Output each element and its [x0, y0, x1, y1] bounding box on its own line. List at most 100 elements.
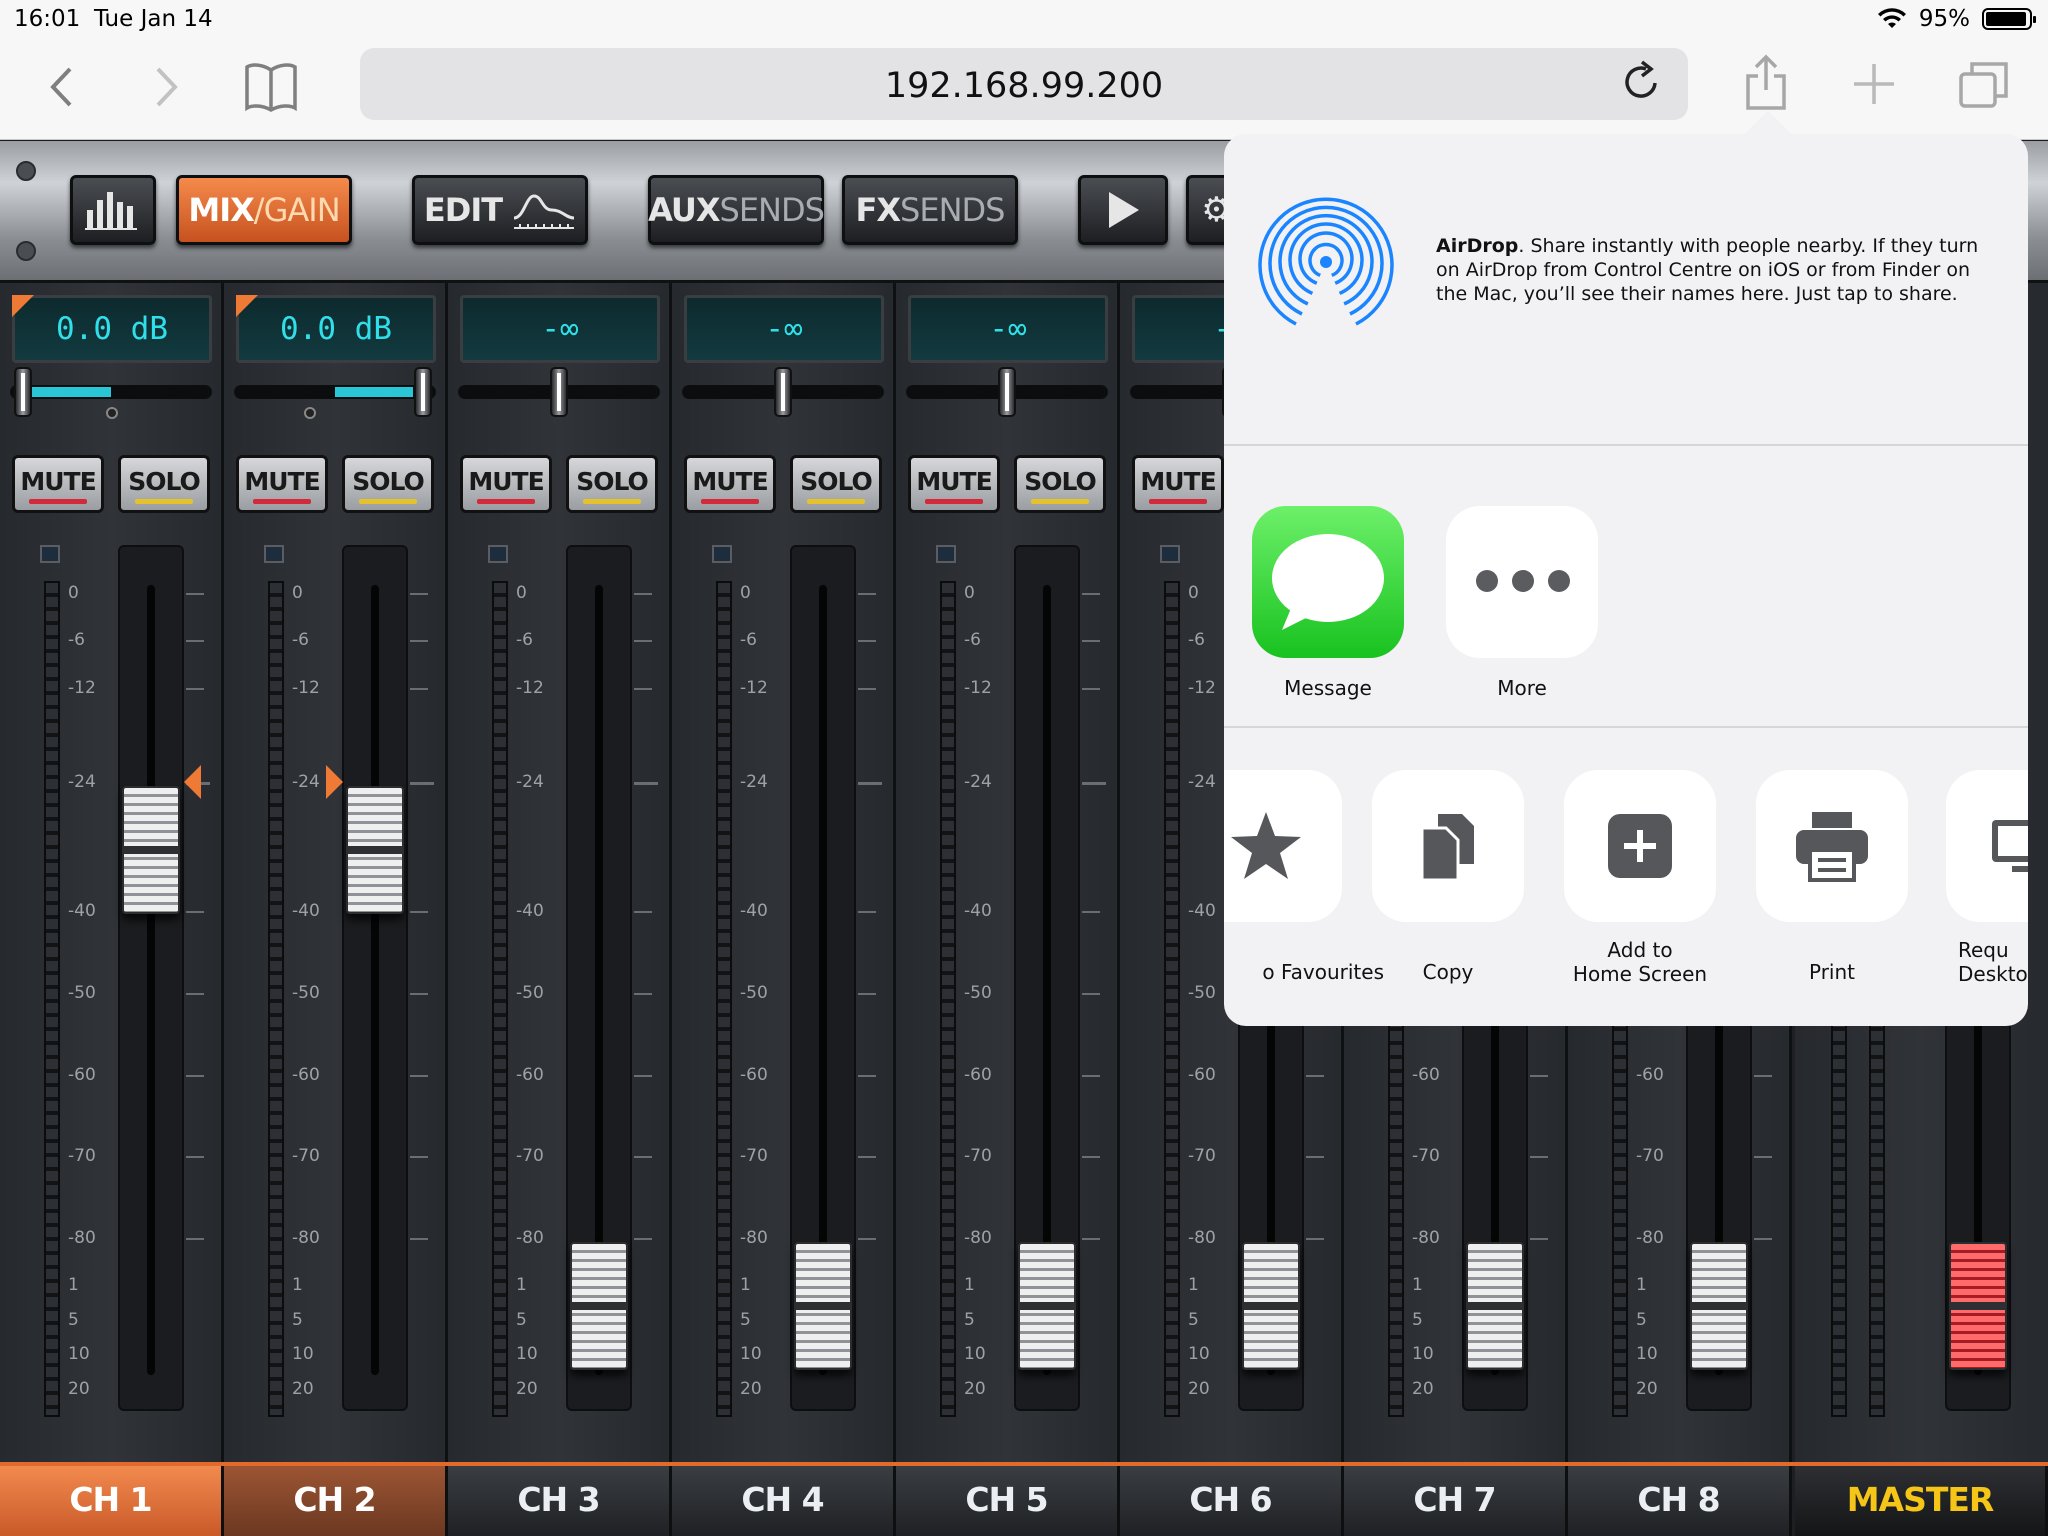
fader-scale-mark [1082, 1156, 1100, 1159]
edit-button[interactable]: EDIT [412, 175, 588, 245]
channel-name-tab[interactable]: CH 2 [224, 1466, 448, 1536]
reload-icon[interactable] [1622, 60, 1662, 102]
channel-name-tab[interactable]: CH 1 [0, 1466, 224, 1536]
channel-name-tab[interactable]: CH 5 [896, 1466, 1120, 1536]
mix-gain-button[interactable]: MIX / GAIN [176, 175, 352, 245]
solo-button[interactable]: SOLO [790, 455, 882, 513]
select-led[interactable] [1160, 545, 1180, 563]
solo-button[interactable]: SOLO [118, 455, 210, 513]
select-led[interactable] [936, 545, 956, 563]
forward-icon[interactable] [152, 66, 180, 108]
scale-tick: 10 [1412, 1344, 1434, 1365]
copy-action-button[interactable] [1372, 770, 1524, 922]
fader-scale-mark [410, 992, 428, 995]
channel-strip: 0.0 dB MUTE SOLO 0 -6 -12 -24 -40 -50 -60 -70 -80 1 5… [224, 283, 448, 1536]
fader-cap[interactable] [1690, 1241, 1748, 1370]
channel-name-tab[interactable]: CH 4 [672, 1466, 896, 1536]
scale-tick: 5 [1412, 1309, 1423, 1330]
overview-button[interactable] [70, 175, 156, 245]
fader-scale-mark [1306, 1238, 1324, 1240]
fader-cap[interactable] [570, 1241, 628, 1370]
mute-button[interactable]: MUTE [1132, 455, 1224, 513]
message-app-button[interactable] [1252, 506, 1404, 658]
scale-tick: -6 [964, 630, 981, 651]
solo-button[interactable]: SOLO [566, 455, 658, 513]
add-home-action-button[interactable] [1564, 770, 1716, 922]
address-bar[interactable]: 192.168.99.200 [360, 48, 1688, 120]
pan-knob[interactable] [998, 367, 1016, 417]
fader-scale-mark [858, 782, 882, 786]
mute-button[interactable]: MUTE [460, 455, 552, 513]
pan-center-dot [106, 407, 118, 419]
scale-tick: -70 [516, 1146, 544, 1167]
pan-knob[interactable] [550, 367, 568, 417]
pan-slider[interactable] [682, 367, 884, 417]
select-led[interactable] [712, 545, 732, 563]
pan-slider[interactable] [234, 367, 436, 417]
scale-tick: 10 [1636, 1344, 1658, 1365]
select-led[interactable] [488, 545, 508, 563]
share-apps-row: Message More [1224, 446, 2028, 728]
scale-tick: -70 [68, 1146, 96, 1167]
more-apps-button[interactable] [1446, 506, 1598, 658]
scale-tick: -70 [292, 1146, 320, 1167]
share-icon[interactable] [1744, 54, 1788, 112]
pan-slider[interactable] [10, 367, 212, 417]
pan-knob[interactable] [14, 367, 32, 417]
channel-name-tab[interactable]: CH 8 [1568, 1466, 1792, 1536]
fader-scale-mark [1754, 1238, 1772, 1240]
star-action-button[interactable] [1224, 770, 1342, 922]
level-meter [940, 581, 956, 1417]
play-button[interactable] [1078, 175, 1168, 245]
scale-tick: 0 [68, 583, 79, 603]
new-tab-icon[interactable] [1852, 62, 1896, 106]
print-action-button[interactable] [1756, 770, 1908, 922]
tabs-icon[interactable] [1958, 60, 2010, 110]
fader-track[interactable] [342, 545, 408, 1411]
fader-cap[interactable] [1466, 1241, 1524, 1370]
back-icon[interactable] [48, 66, 76, 108]
pan-knob[interactable] [774, 367, 792, 417]
fx-sends-button[interactable]: FX SENDS [842, 175, 1018, 245]
fader-cap[interactable] [122, 785, 180, 914]
bookmarks-icon[interactable] [244, 62, 298, 112]
mute-button[interactable]: MUTE [236, 455, 328, 513]
channel-name-tab[interactable]: CH 3 [448, 1466, 672, 1536]
fx-sends-label: SENDS [900, 191, 1005, 229]
solo-button[interactable]: SOLO [1014, 455, 1106, 513]
desktop-action-button[interactable] [1946, 770, 2028, 922]
select-led[interactable] [40, 545, 60, 563]
scale-tick: -50 [964, 982, 992, 1003]
master-name-tab[interactable]: MASTER [1795, 1466, 2048, 1536]
channel-name-tab[interactable]: CH 6 [1120, 1466, 1344, 1536]
fader-cap[interactable] [794, 1241, 852, 1370]
channel-name-tab[interactable]: CH 7 [1344, 1466, 1568, 1536]
pan-slider[interactable] [906, 367, 1108, 417]
fader-track[interactable] [118, 545, 184, 1411]
mute-button[interactable]: MUTE [684, 455, 776, 513]
fader-cap[interactable] [346, 785, 404, 914]
pan-slider[interactable] [458, 367, 660, 417]
scale-tick: -70 [740, 1146, 768, 1167]
scale-tick: -80 [964, 1228, 992, 1248]
scale-tick: 20 [68, 1378, 90, 1399]
fader-cap[interactable] [1242, 1241, 1300, 1370]
select-led[interactable] [264, 545, 284, 563]
scale-tick: -12 [68, 677, 96, 698]
share-action-label: Add to Home Screen [1572, 938, 1708, 986]
aux-sends-button[interactable]: AUX SENDS [648, 175, 825, 245]
master-fader-cap[interactable] [1949, 1241, 2007, 1370]
level-meter [1164, 581, 1180, 1417]
level-meter [44, 581, 60, 1417]
mute-button[interactable]: MUTE [12, 455, 104, 513]
mute-button[interactable]: MUTE [908, 455, 1000, 513]
pan-knob[interactable] [414, 367, 432, 417]
scale-tick: 1 [292, 1275, 303, 1296]
airdrop-section[interactable]: AirDrop. Share instantly with people nea… [1224, 134, 2028, 446]
fader-scale-mark [410, 782, 434, 786]
scale-tick: -60 [68, 1064, 96, 1085]
channel-name-bar: CH 1 CH 2 CH 3 CH 4 CH 5 CH 6 CH 7 CH 8 MASTER [0, 1462, 2048, 1536]
scale-tick: -70 [1412, 1146, 1440, 1167]
fader-cap[interactable] [1018, 1241, 1076, 1370]
solo-button[interactable]: SOLO [342, 455, 434, 513]
